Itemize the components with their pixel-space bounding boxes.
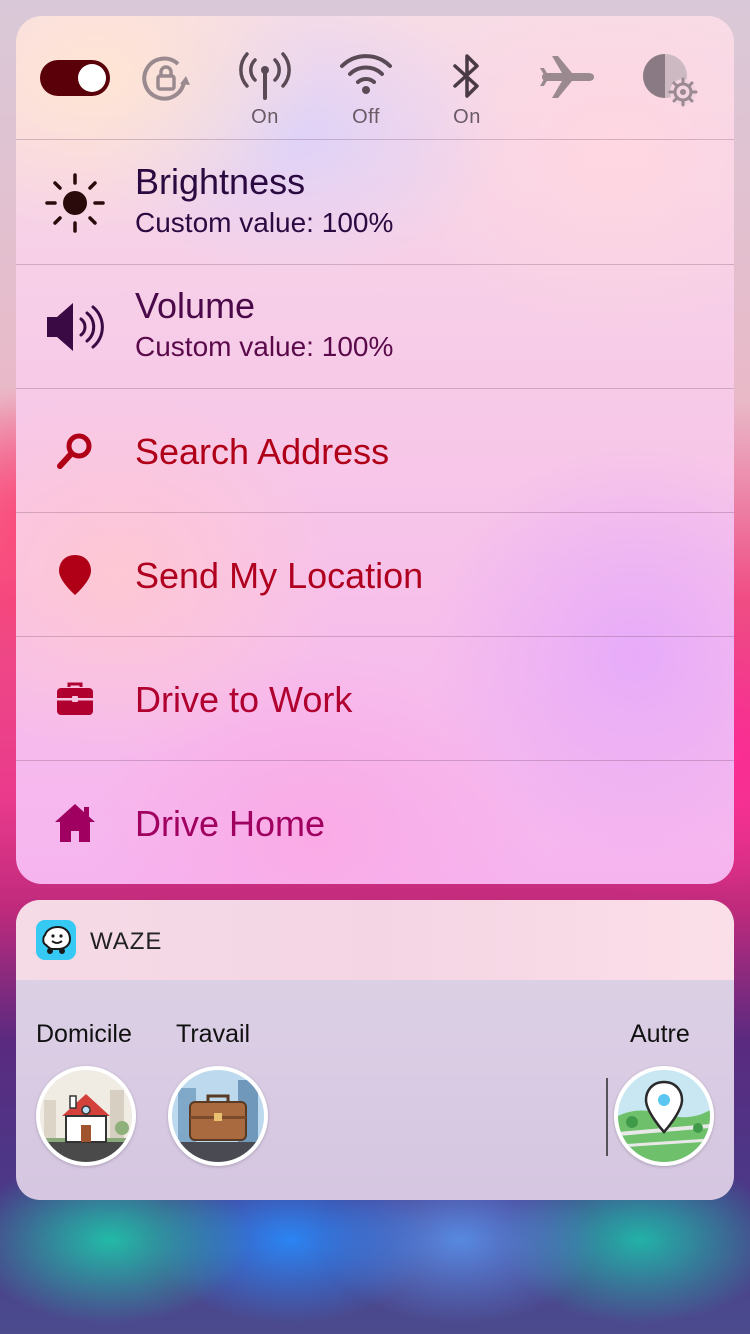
widget-divider [606,1078,608,1156]
send-location-row[interactable]: Send My Location [16,513,734,637]
briefcase-icon [168,1066,268,1166]
widget-app-name: WAZE [90,928,163,955]
place-travail[interactable]: Travail [168,980,288,1200]
drive-work-title: Drive to Work [135,679,353,720]
sun-icon [45,173,105,233]
quick-actions-panel: On Off On Brightness Custom value: 100% … [16,16,734,884]
location-pin-icon [59,555,91,595]
drive-work-row[interactable]: Drive to Work [16,637,734,761]
appearance-toggle[interactable] [624,16,714,140]
place-label: Autre [630,1020,690,1048]
speaker-icon-wrap [42,265,108,389]
bluetooth-label: On [453,106,481,128]
widget-header: WAZE [16,900,734,980]
place-label: Domicile [36,1020,132,1048]
airplane-toggle[interactable] [523,16,613,140]
speaker-icon [47,303,104,351]
airplane-icon [540,56,594,98]
bluetooth-toggle[interactable]: On [422,16,512,140]
bluetooth-icon [453,54,479,98]
volume-subtitle: Custom value: 100% [135,331,394,362]
main-toggle-switch[interactable] [40,60,110,96]
appearance-settings-icon [643,54,698,107]
volume-row[interactable]: Volume Custom value: 100% [16,265,734,389]
briefcase-icon-wrap [42,637,108,761]
place-domicile[interactable]: Domicile [36,980,156,1200]
waze-widget: WAZE Domicile Travail Autre [16,900,734,1200]
place-label: Travail [176,1020,251,1048]
search-address-title: Search Address [135,431,390,472]
cellular-toggle[interactable]: On [220,16,310,140]
wifi-toggle[interactable]: Off [321,16,411,140]
wifi-icon [340,54,392,94]
search-icon-wrap [42,389,108,513]
map-pin-icon [614,1066,714,1166]
search-address-row[interactable]: Search Address [16,389,734,513]
location-pin-icon-wrap [42,513,108,637]
send-location-title: Send My Location [135,555,424,596]
volume-title: Volume [135,285,256,326]
home-icon [55,804,95,842]
rotation-lock-icon [142,56,190,101]
cellular-label: On [251,106,279,128]
place-autre[interactable]: Autre [614,980,734,1200]
rotation-lock-toggle[interactable] [121,16,211,140]
search-icon [57,433,92,469]
brightness-title: Brightness [135,161,306,202]
switch-knob [78,64,106,92]
wifi-label: Off [352,106,380,128]
drive-home-title: Drive Home [135,803,326,844]
cellular-antenna-icon [239,52,291,100]
sun-icon-wrap [42,141,108,265]
home-icon-wrap [42,761,108,884]
brightness-row[interactable]: Brightness Custom value: 100% [16,141,734,265]
house-icon [36,1066,136,1166]
toggle-bar: On Off On [16,16,734,140]
waze-icon [36,920,76,960]
brightness-subtitle: Custom value: 100% [135,207,394,238]
briefcase-icon [57,682,93,715]
drive-home-row[interactable]: Drive Home [16,761,734,884]
